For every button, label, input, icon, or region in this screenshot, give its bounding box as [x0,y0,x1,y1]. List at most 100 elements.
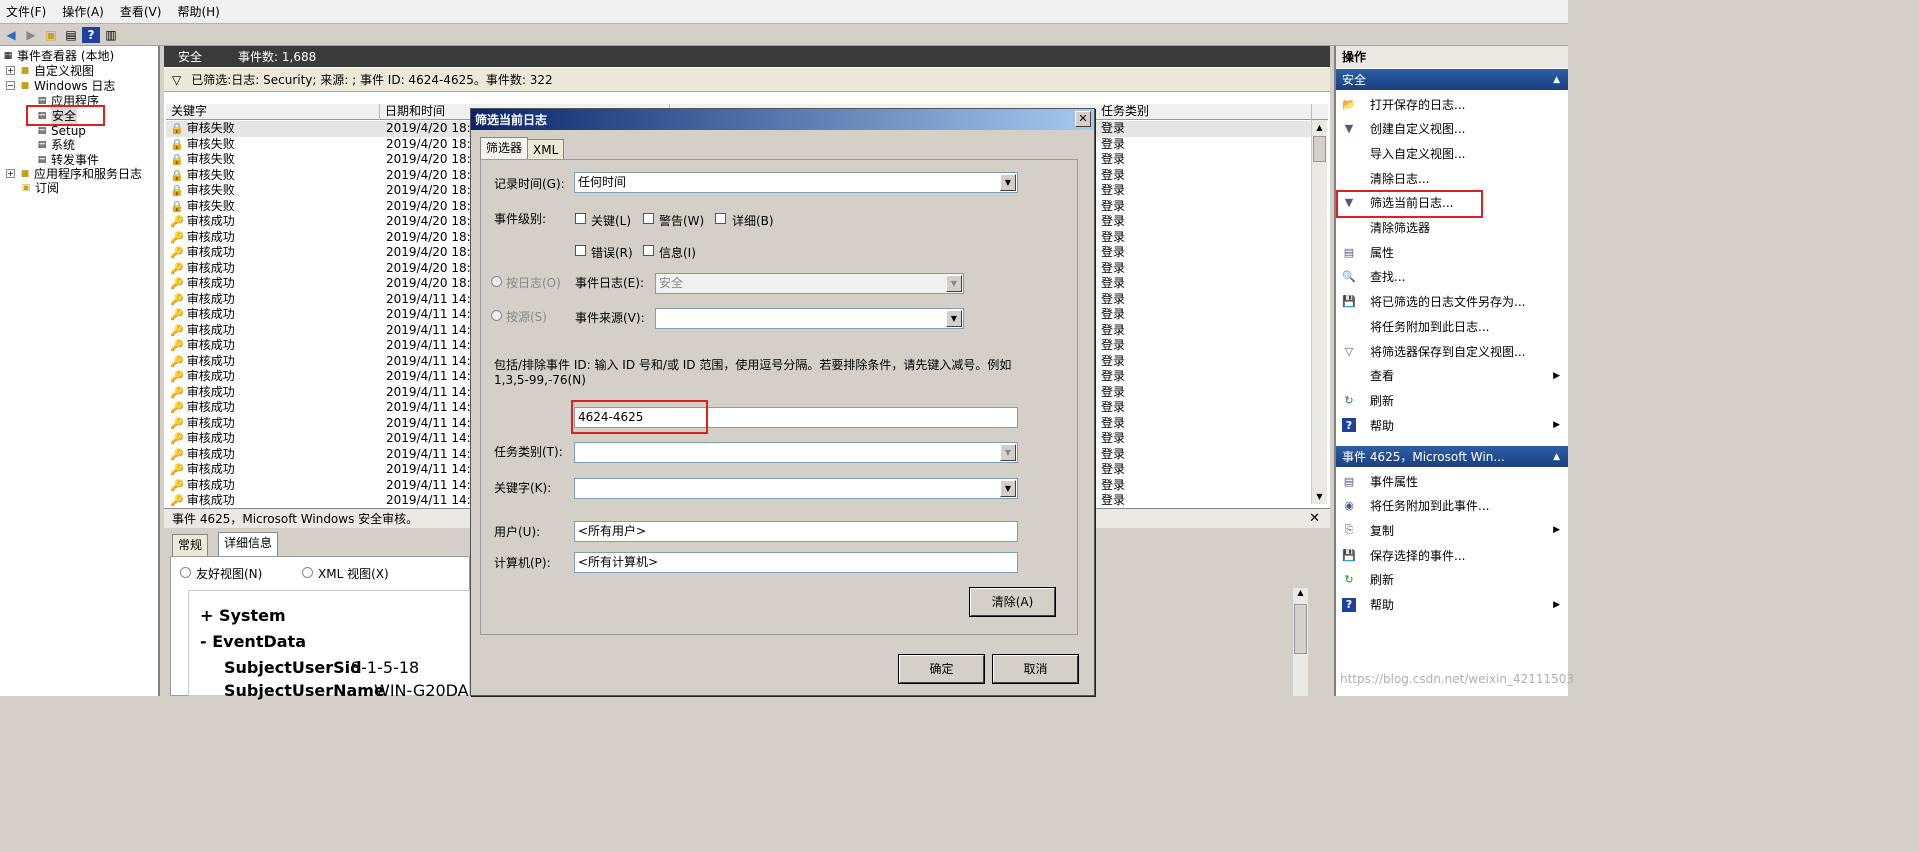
menu-action[interactable]: 操作(A) [62,3,104,20]
logged-value: 任何时间 [578,175,627,189]
column-keyword[interactable]: 关键字 [166,104,380,120]
action-item[interactable]: ? 帮助 ▶ [1336,593,1568,617]
radio-xml-view[interactable] [302,567,313,578]
scroll-thumb[interactable] [1313,136,1326,162]
chevron-down-icon[interactable]: ▼ [946,310,962,327]
chevron-down-icon[interactable]: ▼ [946,275,962,292]
datetime-cell: 2019/4/20 18: [386,229,471,244]
system-node[interactable]: + System [200,606,286,625]
datetime-cell: 2019/4/20 18: [386,198,471,213]
ok-button[interactable]: 确定 [898,654,985,684]
action-item[interactable]: ? 帮助 ▶ [1336,413,1568,437]
action-item[interactable]: 查看 ▶ [1336,364,1568,388]
verbose-checkbox[interactable] [715,213,726,224]
keyword-text: 审核成功 [186,477,235,492]
back-icon[interactable]: ◀ [2,27,20,43]
tree-app-service-logs[interactable]: + ■ 应用程序和服务日志 [6,166,142,181]
tree-subscriptions[interactable]: ▣ 订阅 [20,180,59,195]
logged-select[interactable]: 任何时间 ▼ [574,172,1018,193]
by-source-label: 按源(S) [506,310,547,324]
keywords-select[interactable]: ▼ [574,478,1018,499]
datetime-cell: 2019/4/20 18: [386,167,471,182]
action-item[interactable]: 💾 将已筛选的日志文件另存为... [1336,290,1568,314]
radio-by-log[interactable] [491,276,502,287]
keyword-cell: 🔑 审核成功 [170,323,235,338]
scroll-up-icon[interactable]: ▲ [1312,120,1327,135]
tab-details[interactable]: 详细信息 [218,532,279,556]
close-icon[interactable]: ✕ [1075,111,1091,127]
forward-icon[interactable]: ▶ [22,27,40,43]
keyword-text: 审核成功 [186,353,235,368]
action-item[interactable]: ◉ 将任务附加到此事件... [1336,494,1568,518]
critical-checkbox[interactable] [575,213,586,224]
radio-by-source[interactable] [491,310,502,321]
action-item[interactable]: ▤ 事件属性 [1336,469,1568,493]
action-item[interactable]: ▽ 将筛选器保存到自定义视图... [1336,339,1568,363]
tree-system[interactable]: ▤ 系统 [36,137,75,152]
event-list-scrollbar[interactable]: ▲ ▼ [1311,120,1327,504]
datetime-cell: 2019/4/11 14: [386,307,471,321]
tab-general[interactable]: 常规 [172,534,209,556]
tree-custom-views[interactable]: + ■ 自定义视图 [6,63,94,78]
lock-icon: 🔒 [170,184,184,197]
tab-filter[interactable]: 筛选器 [480,137,529,159]
key-icon: 🔑 [170,308,184,321]
action-item[interactable]: ▤ 属性 [1336,240,1568,264]
source-select[interactable]: ▼ [655,308,964,329]
scroll-down-icon[interactable]: ▼ [1312,489,1327,504]
action-item[interactable]: 清除筛选器 [1336,216,1568,240]
eventdata-node[interactable]: - EventData [200,632,306,651]
column-category[interactable]: 任务类别 [1096,104,1312,120]
action-item[interactable]: 💾 保存选择的事件... [1336,543,1568,567]
action-item[interactable]: 清除日志... [1336,166,1568,190]
info-checkbox[interactable] [643,245,654,256]
cancel-button[interactable]: 取消 [992,654,1079,684]
action-item[interactable]: ↻ 刷新 [1336,388,1568,412]
collapse-icon[interactable]: ▲ [1553,75,1560,85]
section-security[interactable]: 安全 ▲ [1336,69,1568,90]
show-hide-action-pane-icon[interactable]: ▥ [102,27,120,43]
tree-root[interactable]: ▦ 事件查看器 (本地) [2,48,114,63]
clear-button[interactable]: 清除(A) [969,587,1056,617]
scroll-thumb[interactable] [1294,604,1307,654]
lock-icon: 🔒 [170,137,184,151]
datetime-cell: 2019/4/11 14: [386,338,471,352]
menu-help[interactable]: 帮助(H) [177,3,219,20]
menu-file[interactable]: 文件(F) [6,3,46,20]
warning-checkbox[interactable] [643,213,654,224]
help-icon[interactable]: ? [82,26,100,43]
error-checkbox[interactable] [575,245,586,256]
chevron-down-icon[interactable]: ▼ [1000,174,1016,191]
action-item[interactable]: ⎘ 复制 ▶ [1336,518,1568,542]
category-cell: 登录 [1101,462,1126,476]
action-item[interactable]: 🔍 查找... [1336,265,1568,289]
tab-xml[interactable]: XML [527,139,565,159]
toolbar: ◀ ▶ ▣ ▤ ? ▥ [0,24,1568,46]
user-input[interactable]: <所有用户> [574,521,1018,542]
tree-windows-logs[interactable]: − ■ Windows 日志 [6,78,115,93]
chevron-down-icon[interactable]: ▼ [1000,480,1016,497]
task-select[interactable]: ▼ [574,442,1018,463]
log-header: 安全 事件数: 1,688 [164,46,1330,67]
radio-friendly-view[interactable] [180,567,191,578]
event-logs-label: 事件日志(E): [575,276,644,290]
computer-input[interactable]: <所有计算机> [574,552,1018,573]
expand-icon[interactable]: + [6,169,15,178]
show-hide-tree-icon[interactable]: ▤ [62,27,80,43]
action-item[interactable]: 导入自定义视图... [1336,141,1568,165]
menu-view[interactable]: 查看(V) [120,3,162,20]
action-item[interactable]: ▼ 创建自定义视图... [1336,117,1568,141]
section-event[interactable]: 事件 4625，Microsoft Win... ▲ [1336,446,1568,467]
action-item[interactable]: ↻ 刷新 [1336,568,1568,592]
detail-scrollbar[interactable]: ▲ [1292,588,1308,696]
close-icon[interactable]: ✕ [1309,511,1320,526]
collapse-icon[interactable]: − [6,81,15,90]
scroll-up-icon[interactable]: ▲ [1293,588,1308,597]
expand-icon[interactable]: + [6,66,15,75]
chevron-down-icon[interactable]: ▼ [1000,444,1016,461]
event-logs-select[interactable]: 安全 ▼ [655,273,964,294]
action-item[interactable]: 📂 打开保存的日志... [1336,92,1568,116]
up-folder-icon[interactable]: ▣ [42,27,60,43]
action-item[interactable]: 将任务附加到此日志... [1336,314,1568,338]
collapse-icon[interactable]: ▲ [1553,452,1560,462]
